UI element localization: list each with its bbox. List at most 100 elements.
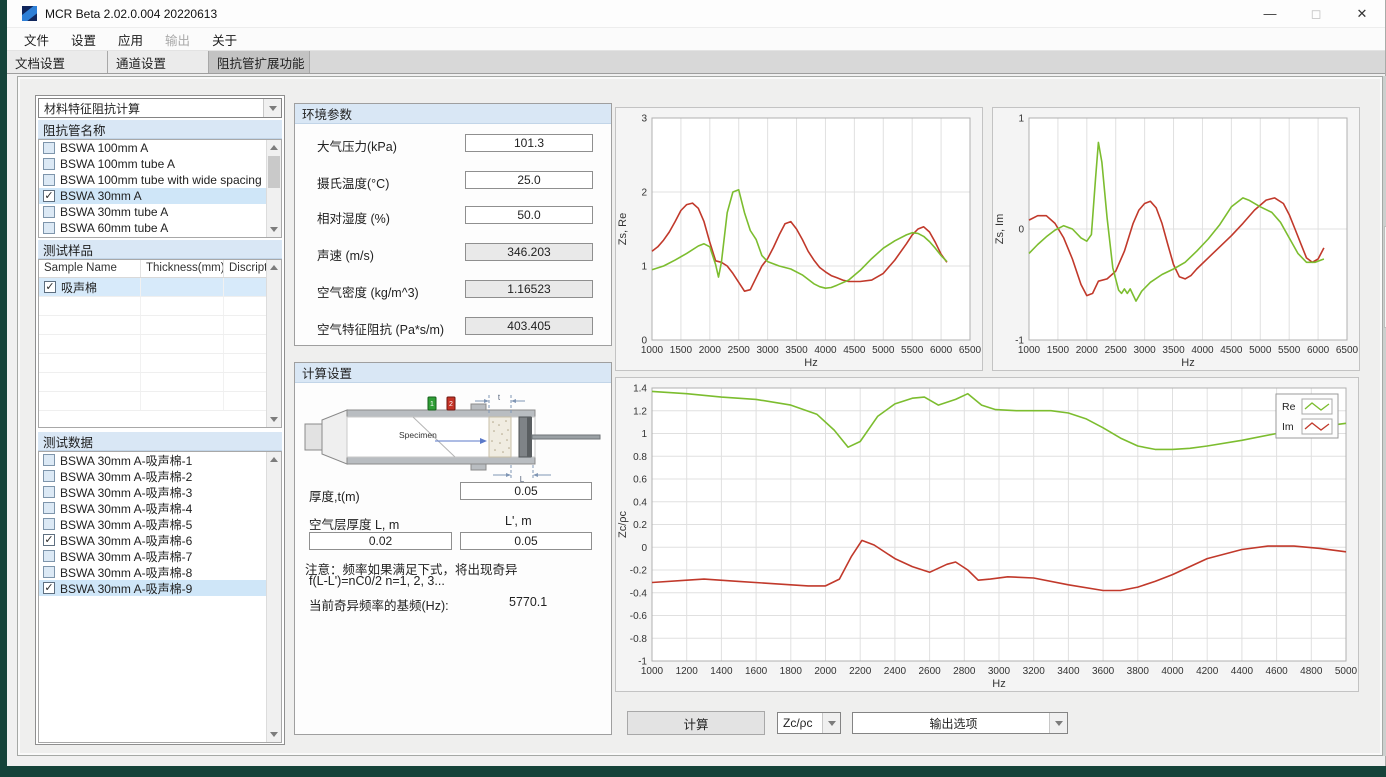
data-list-header: 测试数据 [38, 432, 282, 451]
data-item[interactable]: BSWA 30mm A-吸声棉-5 [39, 516, 281, 532]
env-field-input[interactable]: 25.0 [465, 171, 593, 189]
tube-checkbox[interactable] [43, 142, 55, 154]
data-list-scrollbar[interactable] [266, 452, 281, 742]
tube-label: BSWA 30mm A [60, 189, 142, 203]
scroll-down-icon[interactable] [267, 412, 281, 427]
scroll-up-icon[interactable] [267, 452, 281, 467]
chevron-down-icon[interactable] [1049, 713, 1067, 733]
scrollbar-thumb[interactable] [268, 156, 280, 188]
env-field-label: 大气压力(kPa) [317, 136, 397, 155]
data-item[interactable]: BSWA 30mm A-吸声棉-2 [39, 468, 281, 484]
calc-type-dropdown[interactable]: 材料特征阻抗计算 [38, 98, 282, 118]
output-options-dropdown[interactable]: 输出选项 [852, 712, 1068, 734]
sample-checkbox[interactable]: ✓ [44, 281, 56, 293]
tube-list-header: 阻抗管名称 [38, 120, 282, 139]
menu-item-5[interactable]: 关于 [201, 28, 248, 51]
data-checkbox[interactable]: ✓ [43, 534, 55, 546]
tube-checkbox[interactable] [43, 222, 55, 234]
svg-text:1000: 1000 [641, 666, 664, 677]
empty-cell [224, 392, 268, 410]
svg-text:Hz: Hz [804, 357, 817, 369]
airgap-lprime-input[interactable]: 0.05 [460, 532, 592, 550]
menu-item-3[interactable]: 应用 [107, 28, 154, 51]
sample-row[interactable]: ✓吸声棉 [39, 278, 281, 297]
tab-1[interactable]: 文档设置 [7, 51, 108, 73]
sample-empty-row [39, 392, 281, 411]
empty-cell [141, 392, 224, 410]
airgap-l-input[interactable]: 0.02 [309, 532, 452, 550]
empty-cell [39, 335, 141, 353]
data-item[interactable]: BSWA 30mm A-吸声棉-7 [39, 548, 281, 564]
tube-checkbox[interactable] [43, 206, 55, 218]
tube-checkbox[interactable] [43, 158, 55, 170]
tube-item[interactable]: BSWA 100mm tube with wide spacing [39, 172, 281, 188]
data-label: BSWA 30mm A-吸声棉-6 [60, 532, 192, 549]
tube-item[interactable]: BSWA 100mm A [39, 140, 281, 156]
tube-item[interactable]: BSWA 30mm tube A [39, 204, 281, 220]
data-checkbox[interactable]: ✓ [43, 582, 55, 594]
svg-text:2: 2 [641, 188, 647, 199]
sample-empty-row [39, 354, 281, 373]
sample-empty-row [39, 373, 281, 392]
env-field-input[interactable]: 101.3 [465, 134, 593, 152]
scroll-up-icon[interactable] [267, 140, 281, 155]
data-checkbox[interactable] [43, 550, 55, 562]
menu-item-1[interactable]: 文件 [13, 28, 60, 51]
calculate-button[interactable]: 计算 [627, 711, 765, 735]
svg-text:3200: 3200 [1023, 666, 1046, 677]
close-button[interactable]: ✕ [1339, 0, 1385, 27]
svg-text:1000: 1000 [641, 345, 664, 356]
chevron-down-icon[interactable] [822, 713, 840, 733]
empty-cell [39, 316, 141, 334]
data-item[interactable]: ✓BSWA 30mm A-吸声棉-9 [39, 580, 281, 596]
tube-checkbox[interactable]: ✓ [43, 190, 55, 202]
quantity-dropdown[interactable]: Zc/ρc [777, 712, 841, 734]
sample-column-header: Discription [224, 260, 268, 277]
svg-text:3000: 3000 [1134, 345, 1157, 356]
tube-checkbox[interactable] [43, 174, 55, 186]
svg-text:6500: 6500 [959, 345, 982, 356]
environment-panel-header: 环境参数 [295, 104, 611, 124]
svg-text:Zs, Im: Zs, Im [994, 214, 1006, 245]
menu-bar: 文件设置应用输出关于 [7, 28, 1385, 51]
tube-item[interactable]: BSWA 100mm tube A [39, 156, 281, 172]
scroll-down-icon[interactable] [267, 727, 281, 742]
svg-text:3600: 3600 [1092, 666, 1115, 677]
svg-text:2000: 2000 [1076, 345, 1099, 356]
data-checkbox[interactable] [43, 518, 55, 530]
airgap-l-label: 空气层厚度 L, m [309, 514, 399, 533]
data-checkbox[interactable] [43, 454, 55, 466]
data-checkbox[interactable] [43, 566, 55, 578]
data-checkbox[interactable] [43, 502, 55, 514]
menu-item-2[interactable]: 设置 [60, 28, 107, 51]
env-field-label: 空气特征阻抗 (Pa*s/m) [317, 319, 444, 338]
mic2-label: 2 [449, 401, 453, 408]
tab-2[interactable]: 通道设置 [108, 51, 209, 73]
data-checkbox[interactable] [43, 470, 55, 482]
data-item[interactable]: BSWA 30mm A-吸声棉-8 [39, 564, 281, 580]
chevron-down-icon[interactable] [263, 99, 281, 117]
sample-table-scrollbar[interactable] [266, 260, 281, 427]
thickness-input[interactable]: 0.05 [460, 482, 592, 500]
data-item[interactable]: ✓ BSWA 30mm A-吸声棉-6 [39, 532, 281, 548]
sample-table-header: 测试样品 [38, 240, 282, 259]
data-item[interactable]: BSWA 30mm A-吸声棉-3 [39, 484, 281, 500]
tube-label: BSWA 100mm tube with wide spacing [60, 173, 262, 187]
data-checkbox[interactable] [43, 486, 55, 498]
scroll-down-icon[interactable] [267, 222, 281, 237]
data-item[interactable]: BSWA 30mm A-吸声棉-1 [39, 452, 281, 468]
tube-item[interactable]: ✓ BSWA 30mm A [39, 188, 281, 204]
tab-3[interactable]: 阻抗管扩展功能 [209, 51, 310, 73]
minimize-button[interactable]: — [1247, 0, 1293, 27]
sample-name-cell: ✓吸声棉 [39, 278, 141, 296]
svg-text:0.6: 0.6 [633, 475, 647, 486]
chart-zs-re: 1000150020002500300035004000450050005500… [615, 107, 983, 371]
svg-text:1000: 1000 [1018, 345, 1041, 356]
env-field-input[interactable]: 50.0 [465, 206, 593, 224]
empty-cell [39, 354, 141, 372]
data-item[interactable]: BSWA 30mm A-吸声棉-4 [39, 500, 281, 516]
tube-list-scrollbar[interactable] [266, 140, 281, 237]
scroll-up-icon[interactable] [267, 260, 281, 275]
tube-item[interactable]: BSWA 60mm tube A [39, 220, 281, 236]
svg-text:1: 1 [1018, 114, 1024, 125]
